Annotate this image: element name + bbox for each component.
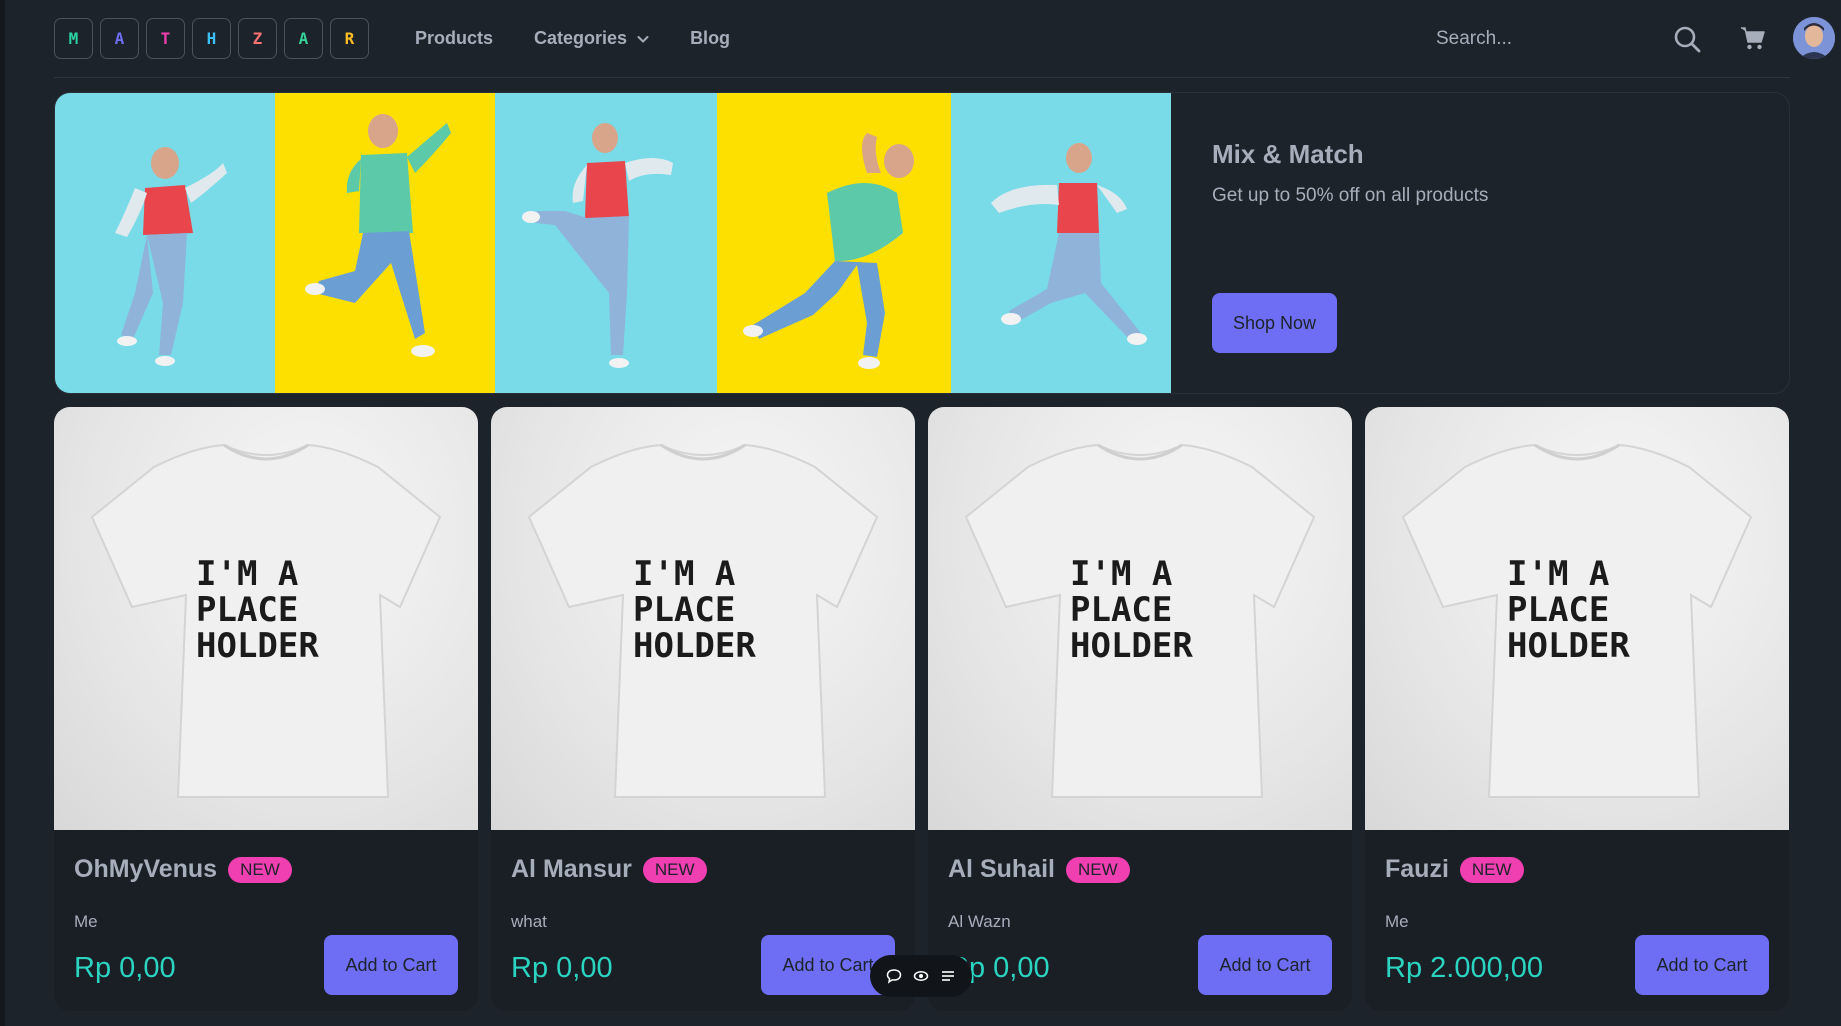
add-to-cart-button[interactable]: Add to Cart xyxy=(1198,935,1332,995)
shirt-print-line: HOLDER xyxy=(196,626,319,666)
logo-letter: R xyxy=(330,18,369,59)
hero-title: Mix & Match xyxy=(1212,139,1364,169)
cart-icon[interactable] xyxy=(1740,25,1766,51)
floating-toolbar xyxy=(870,955,972,997)
logo-letter-text: R xyxy=(344,29,355,48)
nav-products-link[interactable]: Products xyxy=(415,28,493,49)
logo-letter-text: T xyxy=(160,29,171,48)
search-icon[interactable] xyxy=(1673,25,1701,53)
product-name-row: Fauzi NEW xyxy=(1385,855,1524,884)
shirt-print-line: I'M A xyxy=(633,554,735,594)
product-name: Al Mansur xyxy=(511,855,632,883)
shirt-print-line: PLACE xyxy=(196,590,298,630)
shirt-print-line: I'M A xyxy=(196,554,298,594)
logo-letter: A xyxy=(284,18,323,59)
hero-banner: Mix & Match Get up to 50% off on all pro… xyxy=(54,92,1790,394)
product-name: Fauzi xyxy=(1385,855,1449,883)
user-avatar[interactable] xyxy=(1793,17,1835,59)
nav-blog-link[interactable]: Blog xyxy=(690,28,730,49)
shop-now-button[interactable]: Shop Now xyxy=(1212,293,1337,353)
chevron-down-icon xyxy=(637,35,649,43)
hero-photo-panel xyxy=(717,93,951,393)
logo-letter-text: Z xyxy=(252,29,263,48)
shirt-print-line: HOLDER xyxy=(1070,626,1193,666)
shirt-print-line: I'M A xyxy=(1507,554,1609,594)
logo-letter-text: A xyxy=(298,29,309,48)
product-name: OhMyVenus xyxy=(74,855,218,883)
search-input[interactable] xyxy=(1436,24,1616,54)
shirt-print-line: PLACE xyxy=(633,590,735,630)
new-badge: NEW xyxy=(1459,856,1524,883)
logo-letter-text: H xyxy=(206,29,217,48)
shirt-print-line: I'M A xyxy=(1070,554,1172,594)
product-card[interactable]: I'M A PLACE HOLDER Al Mansur NEW what Rp 0… xyxy=(491,407,915,1011)
hero-photo-panel xyxy=(951,93,1171,393)
product-name-row: OhMyVenus NEW xyxy=(74,855,292,884)
shirt-print-line: PLACE xyxy=(1070,590,1172,630)
new-badge: NEW xyxy=(228,856,292,883)
logo[interactable]: M A T H Z A R xyxy=(54,18,369,59)
logo-letter-text: M xyxy=(68,29,79,48)
window-edge xyxy=(0,0,5,1026)
logo-letter: H xyxy=(192,18,231,59)
shirt-print-line: HOLDER xyxy=(1507,626,1630,666)
product-price: Rp 2.000,00 xyxy=(1385,952,1544,984)
product-card[interactable]: I'M A PLACE HOLDER Fauzi NEW Me Rp 2.000,0… xyxy=(1365,407,1789,1011)
new-badge: NEW xyxy=(642,856,707,883)
product-description: Me xyxy=(74,912,98,931)
hero-photo-panel xyxy=(275,93,495,393)
logo-letter: A xyxy=(100,18,139,59)
logo-letter-text: A xyxy=(114,29,125,48)
product-name-row: Al Mansur NEW xyxy=(511,855,707,884)
logo-letter: M xyxy=(54,18,93,59)
product-card[interactable]: I'M A PLACE HOLDER OhMyVenus NEW Me Rp 0,0… xyxy=(54,407,478,1011)
new-badge: NEW xyxy=(1065,856,1130,883)
shirt-print-line: HOLDER xyxy=(633,626,756,666)
product-price: Rp 0,00 xyxy=(511,952,613,984)
product-image: I'M A PLACE HOLDER xyxy=(54,407,478,830)
product-image: I'M A PLACE HOLDER xyxy=(928,407,1352,830)
product-card[interactable]: I'M A PLACE HOLDER Al Suhail NEW Al Wazn R… xyxy=(928,407,1352,1011)
add-to-cart-button[interactable]: Add to Cart xyxy=(324,935,458,995)
product-image: I'M A PLACE HOLDER xyxy=(491,407,915,830)
product-name-row: Al Suhail NEW xyxy=(948,855,1130,884)
comment-icon[interactable] xyxy=(886,968,902,984)
hero-image xyxy=(55,93,1171,393)
logo-letter: Z xyxy=(238,18,277,59)
product-image: I'M A PLACE HOLDER xyxy=(1365,407,1789,830)
logo-letter: T xyxy=(146,18,185,59)
product-price: Rp 0,00 xyxy=(74,952,176,984)
list-icon[interactable] xyxy=(940,968,956,984)
nav-categories-dropdown[interactable]: Categories xyxy=(534,28,649,49)
product-description: Al Wazn xyxy=(948,912,1011,931)
product-name: Al Suhail xyxy=(948,855,1055,883)
hero-photo-panel xyxy=(495,93,717,393)
product-description: Me xyxy=(1385,912,1409,931)
nav-categories-label: Categories xyxy=(534,28,628,48)
hero-subtitle: Get up to 50% off on all products xyxy=(1212,185,1489,206)
hero-photo-panel xyxy=(55,93,275,393)
shirt-print-line: PLACE xyxy=(1507,590,1609,630)
main-nav: Products Categories Blog xyxy=(415,28,730,49)
eye-icon[interactable] xyxy=(913,968,929,984)
navbar: M A T H Z A R Products Categories Blog xyxy=(54,0,1835,78)
product-description: what xyxy=(511,912,547,931)
add-to-cart-button[interactable]: Add to Cart xyxy=(1635,935,1769,995)
